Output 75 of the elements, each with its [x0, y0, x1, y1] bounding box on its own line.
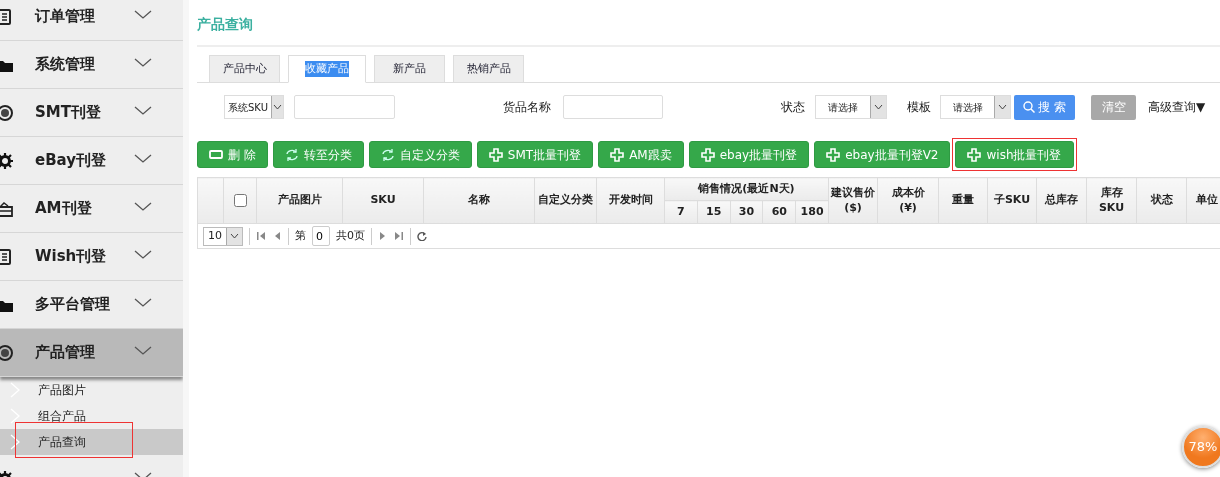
- page-input[interactable]: 0: [312, 226, 330, 246]
- column-header: 单位: [1186, 177, 1220, 224]
- caret-icon: [273, 104, 282, 110]
- chevron-icon: [134, 346, 152, 356]
- sidebar-item[interactable]: 产品管理: [0, 329, 183, 377]
- last-page-icon[interactable]: [394, 231, 404, 241]
- sidebar-item[interactable]: 订单管理: [0, 0, 183, 41]
- page-title: 产品查询: [197, 0, 1220, 47]
- page-total: 共0页: [336, 227, 365, 244]
- chevron-icon: [10, 408, 20, 424]
- plus-icon: [610, 147, 625, 162]
- chevron-icon: [134, 298, 152, 308]
- status-label: 状态: [781, 99, 805, 116]
- chevron-icon: [10, 434, 20, 450]
- column-header: 建议售价 ($): [828, 177, 878, 224]
- caret-icon: [230, 233, 239, 239]
- column-header: 成本价 (¥): [877, 177, 939, 224]
- tab[interactable]: 产品中心: [209, 55, 280, 83]
- goods-name-input[interactable]: [563, 95, 663, 119]
- plus-icon: [488, 147, 503, 162]
- column-header: 子SKU: [987, 177, 1037, 224]
- tray-icon: [0, 200, 13, 217]
- sidebar-item[interactable]: Wish刊登: [0, 233, 183, 281]
- goods-name-label: 货品名称: [503, 99, 551, 116]
- minus-icon: [209, 147, 223, 162]
- status-select[interactable]: 请选择: [815, 95, 887, 119]
- column-header: 开发时间: [596, 177, 665, 224]
- badge-icon: [0, 344, 13, 361]
- chevron-icon: [134, 154, 152, 164]
- column-header: 库存 SKU: [1086, 177, 1137, 224]
- column-header: 自定义分类: [534, 177, 597, 224]
- submenu-item[interactable]: 组合产品: [0, 403, 183, 429]
- tab[interactable]: 热销产品: [453, 55, 524, 83]
- chevron-icon: [134, 202, 152, 212]
- refresh-icon[interactable]: [417, 231, 427, 241]
- search-icon: [1023, 101, 1036, 113]
- column-header: 名称: [423, 177, 535, 224]
- plus-icon: [826, 147, 841, 162]
- document-icon: [0, 248, 13, 265]
- sku-input[interactable]: [294, 95, 395, 119]
- chevron-icon: [134, 10, 152, 20]
- sidebar-item[interactable]: AM刊登: [0, 185, 183, 233]
- tab[interactable]: 新产品: [374, 55, 445, 83]
- plus-icon: [967, 147, 982, 162]
- sku-type-select[interactable]: 系统SKU: [224, 95, 284, 119]
- column-header: 产品图片: [256, 177, 343, 224]
- document-icon: [0, 8, 13, 25]
- caret-icon: [998, 104, 1007, 110]
- sidebar-item[interactable]: eBay刊登: [0, 137, 183, 185]
- column-header: SKU: [342, 177, 424, 224]
- chevron-icon: [10, 382, 20, 398]
- chevron-icon: [134, 106, 152, 116]
- first-page-icon[interactable]: [256, 231, 266, 241]
- template-select[interactable]: 请选择: [940, 95, 1011, 119]
- submenu-item[interactable]: 产品查询: [0, 429, 183, 455]
- gear-icon: [0, 152, 13, 169]
- chevron-icon: [134, 250, 152, 260]
- plus-icon: [700, 147, 715, 162]
- column-header: 重量: [938, 177, 988, 224]
- select-all-checkbox[interactable]: [233, 193, 247, 207]
- refresh-icon: [284, 147, 299, 162]
- sidebar-item[interactable]: SMT刊登: [0, 89, 183, 137]
- submenu-item[interactable]: 产品图片: [0, 377, 183, 403]
- refresh-icon: [380, 147, 395, 162]
- page-label: 第: [295, 227, 306, 244]
- column-header: 状态: [1136, 177, 1187, 224]
- template-label: 模板: [907, 99, 931, 116]
- chevron-icon: [134, 58, 152, 68]
- column-header: 总库存: [1036, 177, 1087, 224]
- badge-icon: [0, 104, 13, 121]
- column-header: 销售情况(最近N天): [664, 177, 829, 201]
- sidebar-item[interactable]: 系统管理: [0, 41, 183, 89]
- advanced-search-link[interactable]: 高级查询▼: [1148, 98, 1206, 116]
- caret-icon: [874, 104, 883, 110]
- page-size-select[interactable]: 10: [203, 226, 243, 246]
